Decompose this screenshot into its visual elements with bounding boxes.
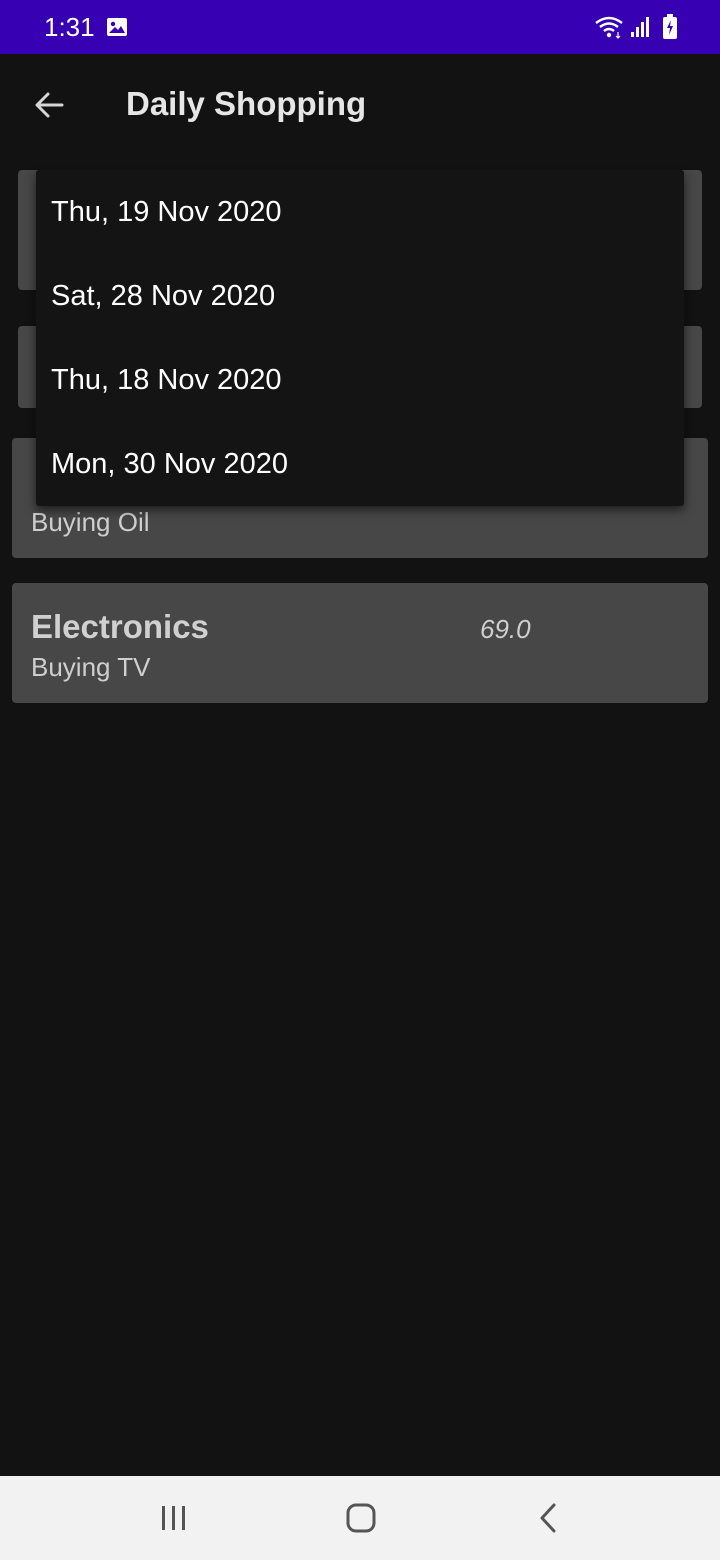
dropdown-option[interactable]: Mon, 30 Nov 2020 <box>36 422 684 506</box>
recent-apps-icon[interactable] <box>156 1502 192 1539</box>
status-bar: 1:31 <box>0 0 720 54</box>
expense-amount: 69.0 <box>480 614 531 644</box>
dropdown-option-label: Thu, 19 Nov 2020 <box>51 196 282 228</box>
app-bar: Daily Shopping <box>0 54 720 154</box>
status-time: 1:31 <box>44 12 95 42</box>
expense-description: Buying TV <box>31 652 151 682</box>
arrow-back-icon <box>35 92 64 118</box>
expense-category: Electronics <box>31 608 209 645</box>
battery-icon <box>662 14 678 45</box>
gallery-icon <box>106 17 128 42</box>
dropdown-option[interactable]: Sat, 28 Nov 2020 <box>36 254 684 338</box>
home-icon[interactable] <box>344 1502 378 1539</box>
dropdown-option[interactable]: Thu, 19 Nov 2020 <box>36 170 684 254</box>
expense-card[interactable]: Electronics 69.0 Buying TV <box>12 583 708 703</box>
wifi-icon <box>594 15 624 44</box>
signal-icon <box>630 15 652 44</box>
expense-description: Buying Oil <box>31 507 150 537</box>
dropdown-option-label: Mon, 30 Nov 2020 <box>51 448 288 480</box>
screen: 1:31 Daily Shopping Buying Oil Electroni… <box>0 0 720 1560</box>
system-nav-bar <box>0 1476 720 1560</box>
dropdown-option-label: Sat, 28 Nov 2020 <box>51 280 276 312</box>
back-icon[interactable] <box>536 1502 562 1539</box>
back-button[interactable] <box>22 80 76 130</box>
dropdown-option-label: Thu, 18 Nov 2020 <box>51 364 282 396</box>
date-dropdown-menu: Thu, 19 Nov 2020 Sat, 28 Nov 2020 Thu, 1… <box>36 170 684 506</box>
page-title: Daily Shopping <box>126 85 367 122</box>
dropdown-option[interactable]: Thu, 18 Nov 2020 <box>36 338 684 422</box>
